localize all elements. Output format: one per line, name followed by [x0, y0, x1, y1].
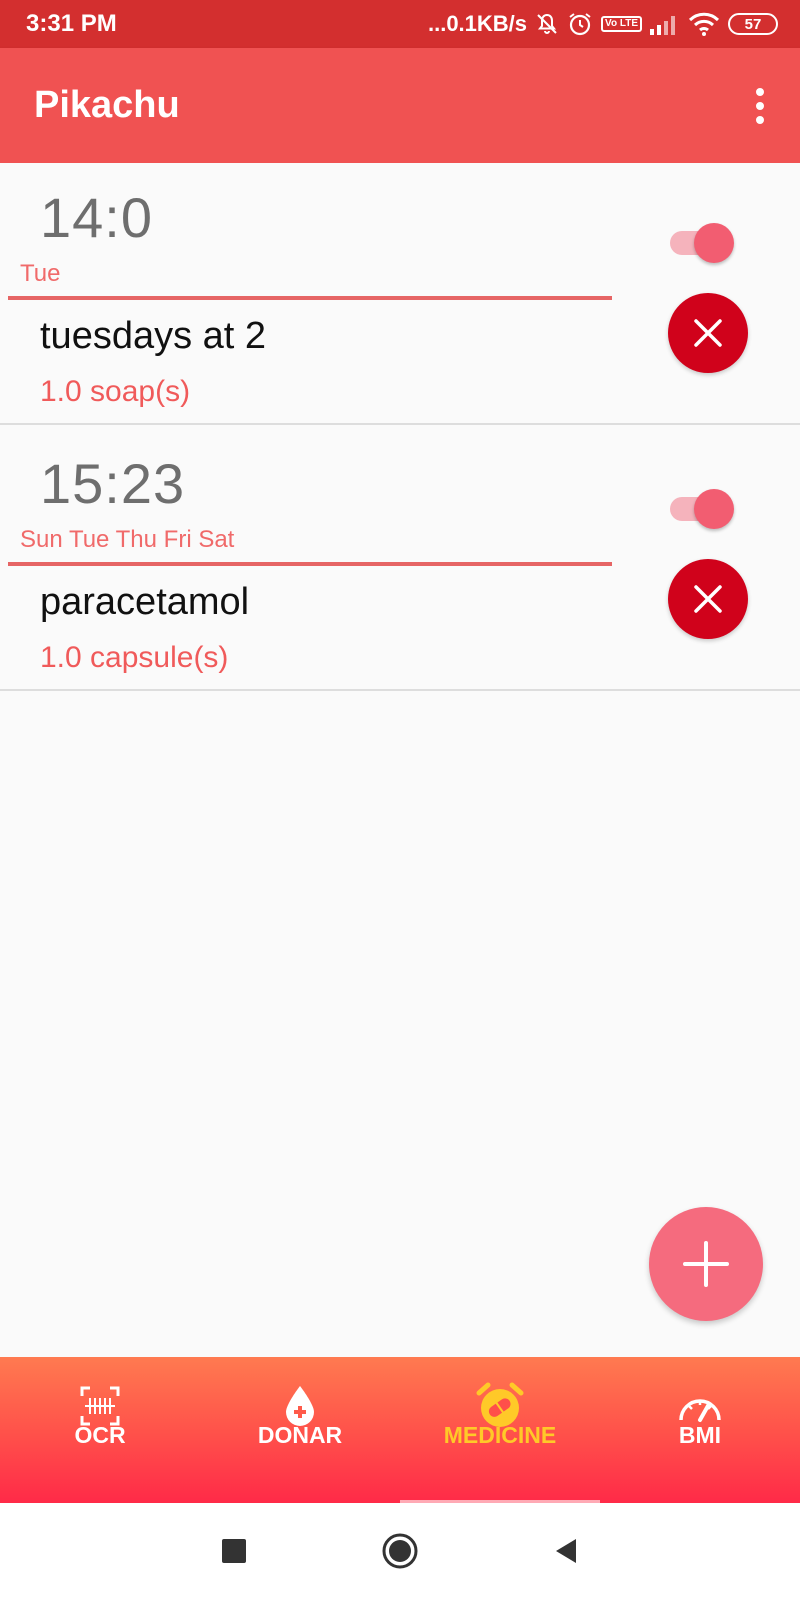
nav-item-donar[interactable]: DONAR [200, 1357, 400, 1503]
app-title: Pikachu [34, 84, 180, 126]
alarm-days: Sun Tue Thu Fri Sat [20, 526, 235, 553]
nav-label: MEDICINE [443, 1422, 557, 1448]
medicine-dose: 1.0 soap(s) [40, 375, 191, 408]
delete-button[interactable] [668, 559, 748, 639]
alarm-icon [567, 11, 593, 37]
close-icon [694, 585, 722, 613]
app-bar: Pikachu [0, 48, 800, 163]
nav-label: BMI [678, 1422, 722, 1448]
nav-item-ocr[interactable]: OCR [0, 1357, 200, 1503]
close-icon [694, 319, 722, 347]
screen: 3:31 PM ...0.1KB/s Vo LTE 57 Pikachu 14:… [0, 0, 800, 1600]
nav-item-bmi[interactable]: BMI [600, 1357, 800, 1503]
alarm-card[interactable]: 14:0 Tue tuesdays at 2 1.0 soap(s) [0, 163, 800, 425]
nav-label: DONAR [257, 1422, 343, 1448]
wifi-icon [688, 12, 720, 36]
alarm-days: Tue [20, 260, 61, 287]
alarm-toggle[interactable] [668, 221, 738, 265]
medicine-name: tuesdays at 2 [40, 315, 267, 357]
lte-icon: Vo LTE [601, 16, 642, 32]
mute-icon [535, 12, 559, 36]
bottom-navigation: OCR DONAR MEDICINE BMI [0, 1357, 800, 1503]
status-indicators: ...0.1KB/s Vo LTE 57 [428, 11, 778, 37]
alarm-card[interactable]: 15:23 Sun Tue Thu Fri Sat paracetamol 1.… [0, 429, 800, 691]
divider [8, 296, 612, 300]
status-time: 3:31 PM [26, 10, 117, 37]
home-icon[interactable] [380, 1531, 420, 1571]
divider [8, 562, 612, 566]
medicine-dose: 1.0 capsule(s) [40, 641, 229, 674]
nav-item-medicine[interactable]: MEDICINE [400, 1357, 600, 1503]
system-navigation-bar [0, 1503, 800, 1600]
delete-button[interactable] [668, 293, 748, 373]
recents-icon[interactable] [214, 1531, 254, 1571]
more-vert-icon[interactable] [740, 76, 780, 136]
alarm-toggle[interactable] [668, 487, 738, 531]
plus-icon [683, 1241, 729, 1287]
signal-icon [650, 13, 680, 35]
status-bar: 3:31 PM ...0.1KB/s Vo LTE 57 [0, 0, 800, 48]
medicine-name: paracetamol [40, 581, 250, 623]
nav-label: OCR [74, 1422, 126, 1448]
back-icon[interactable] [546, 1531, 586, 1571]
alarm-time: 14:0 [40, 186, 153, 249]
add-medicine-button[interactable] [649, 1207, 763, 1321]
net-speed: ...0.1KB/s [427, 11, 528, 36]
alarm-time: 15:23 [40, 452, 186, 515]
battery-icon: 57 [728, 13, 778, 35]
